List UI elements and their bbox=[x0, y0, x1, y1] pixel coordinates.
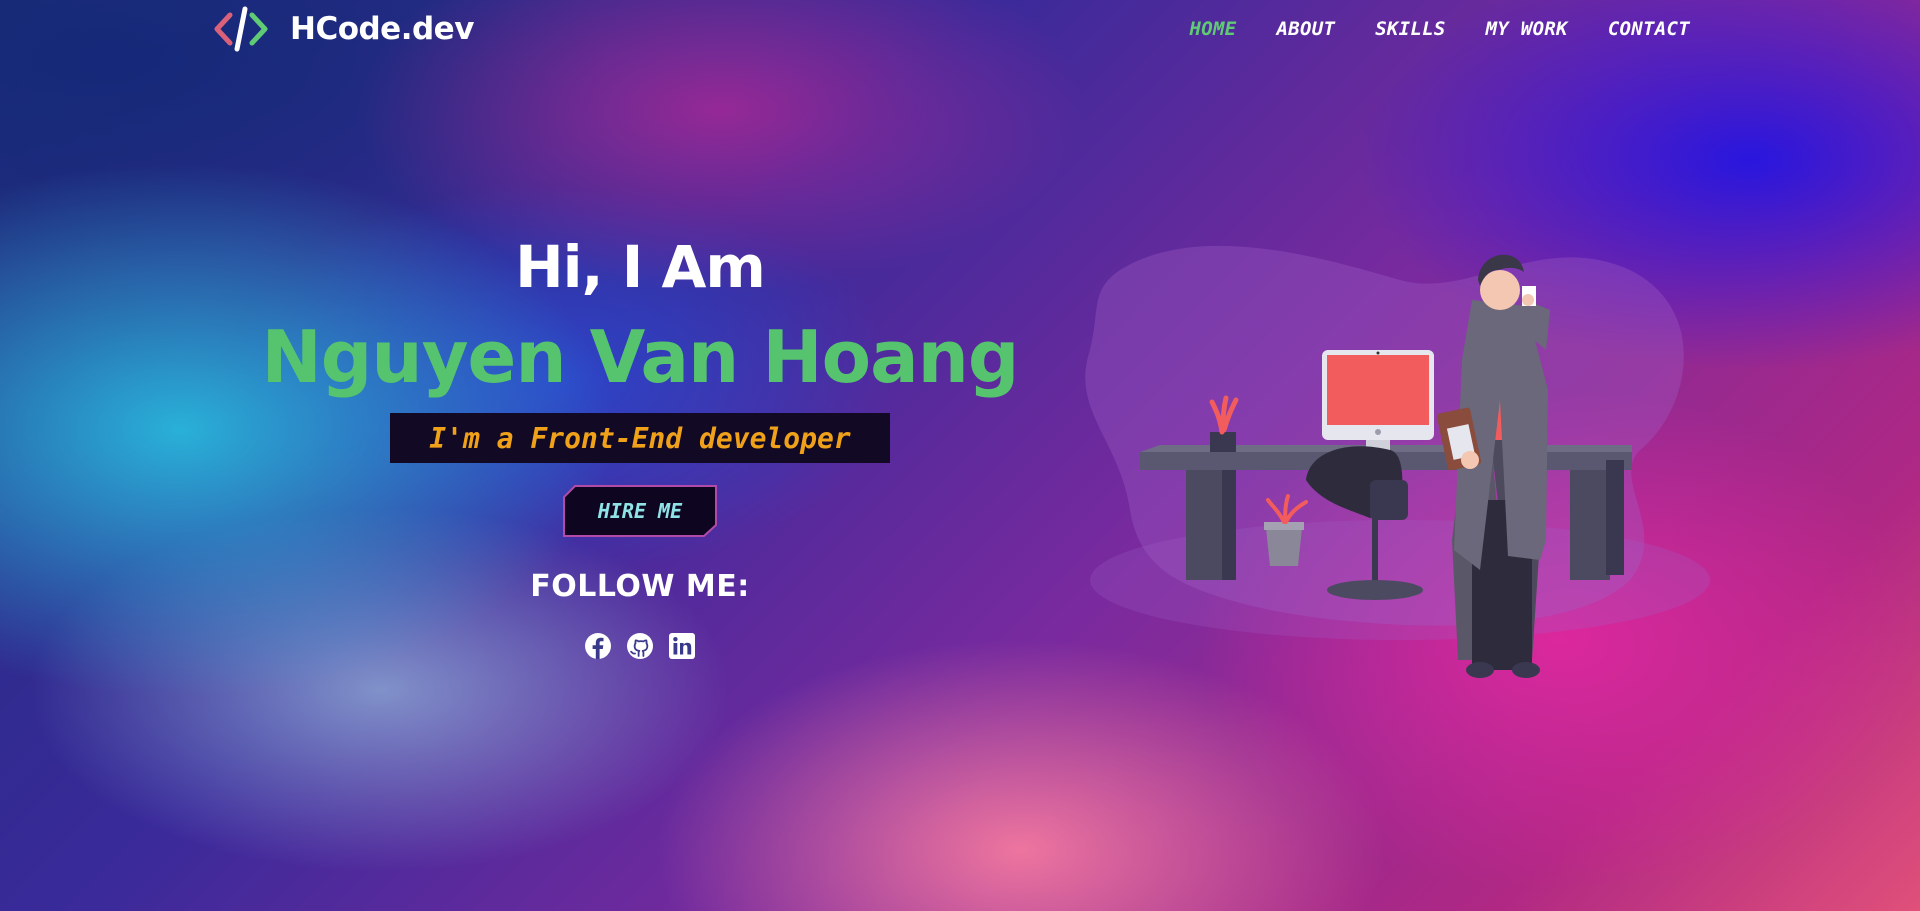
brand-logo[interactable]: HCode.dev bbox=[212, 4, 474, 54]
computer-monitor bbox=[1322, 350, 1434, 454]
developer-office-illustration bbox=[1085, 245, 1710, 678]
hire-me-label: HIRE ME bbox=[597, 499, 683, 523]
linkedin-icon[interactable] bbox=[668, 632, 696, 660]
follow-me-title: FOLLOW ME: bbox=[530, 569, 750, 604]
nav-link-about[interactable]: ABOUT bbox=[1276, 18, 1335, 40]
nav-link-my-work[interactable]: MY WORK bbox=[1486, 18, 1568, 40]
hero-name: Nguyen Van Hoang bbox=[261, 315, 1020, 399]
code-brackets-icon bbox=[214, 6, 268, 52]
brand-name: HCode.dev bbox=[290, 11, 474, 47]
social-links bbox=[584, 632, 696, 660]
nav-menu: HOME ABOUT SKILLS MY WORK CONTACT bbox=[1190, 0, 1690, 58]
nav-link-contact[interactable]: CONTACT bbox=[1608, 18, 1690, 40]
nav-link-home[interactable]: HOME bbox=[1190, 18, 1237, 40]
hero-greeting: Hi, I Am bbox=[515, 233, 766, 301]
github-icon[interactable] bbox=[626, 632, 654, 660]
hero-role-tagline: I'm a Front-End developer bbox=[390, 413, 890, 463]
hero-section: Hi, I Am Nguyen Van Hoang I'm a Front-En… bbox=[230, 225, 1050, 660]
nav-link-skills[interactable]: SKILLS bbox=[1375, 18, 1445, 40]
hire-me-button[interactable]: HIRE ME bbox=[563, 485, 717, 537]
facebook-icon[interactable] bbox=[584, 632, 612, 660]
navbar: HCode.dev HOME ABOUT SKILLS MY WORK CONT… bbox=[0, 0, 1920, 58]
